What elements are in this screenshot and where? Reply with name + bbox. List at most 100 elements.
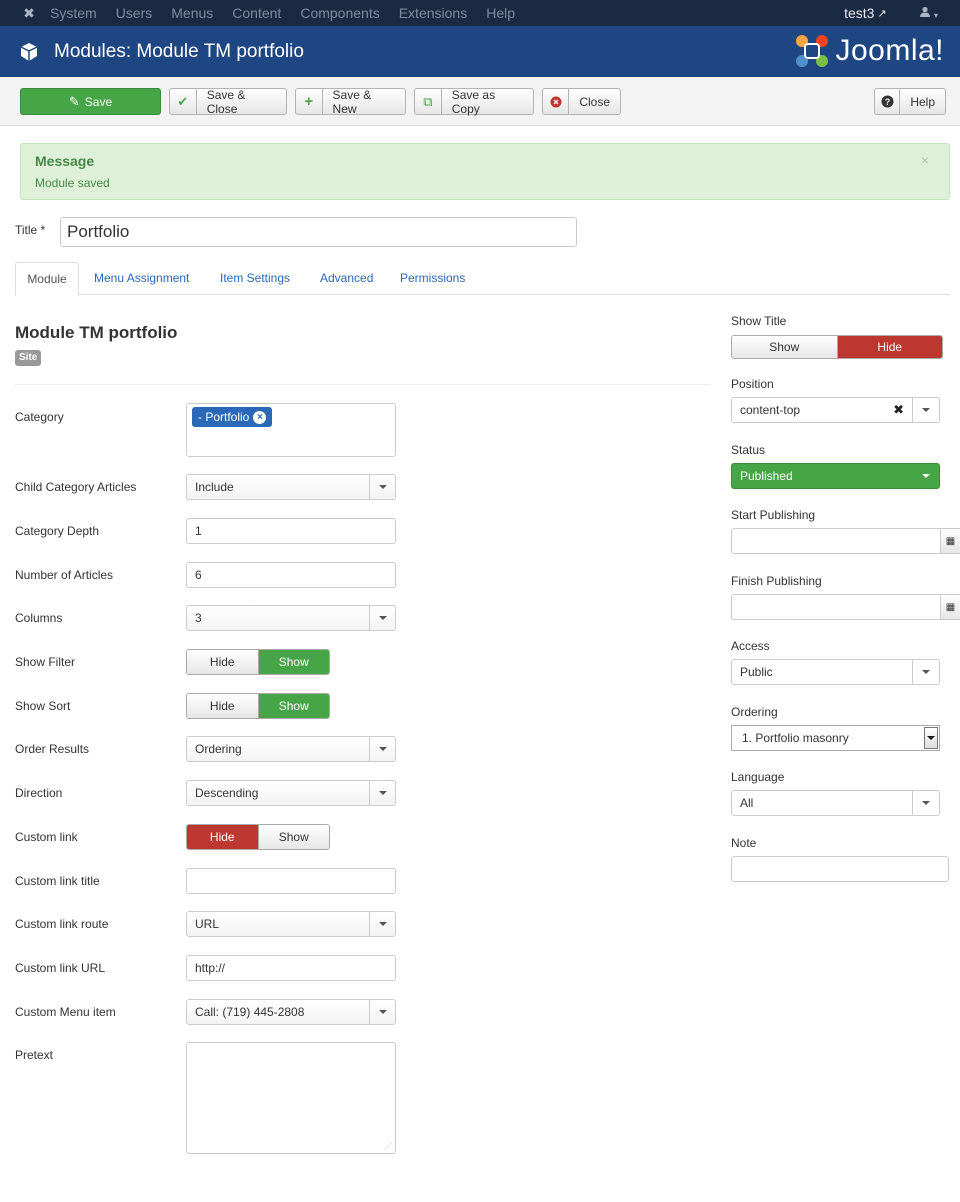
custom-link-hide[interactable]: Hide [187,825,258,849]
menu-users[interactable]: Users [116,0,153,26]
remove-chip-icon[interactable]: × [253,410,267,424]
system-message: Message Module saved × [20,143,950,200]
start-publishing-label: Start Publishing [731,508,816,522]
chevron-down-icon [912,791,939,815]
custom-link-title-input[interactable] [186,868,396,894]
tab-menu-assignment[interactable]: Menu Assignment [94,262,189,295]
columns-select[interactable]: 3 [186,605,396,631]
status-label: Status [731,443,766,457]
save-new-button[interactable]: + Save & New [295,88,406,116]
joomla-menu-icon[interactable]: ✖ [18,0,40,26]
category-chip-label: - Portfolio [198,410,250,424]
site-name: test3 [844,5,875,21]
show-filter-hide[interactable]: Hide [187,650,258,674]
chevron-down-icon [912,398,939,422]
clear-icon[interactable]: ✖ [893,398,904,422]
position-select[interactable]: content-top ✖ [731,397,940,423]
message-text: Module saved [35,176,110,190]
order-results-label: Order Results [15,742,90,756]
show-sort-toggle: Hide Show [186,693,330,719]
show-sort-show[interactable]: Show [257,694,329,718]
number-articles-input[interactable]: 6 [186,562,396,588]
direction-select[interactable]: Descending [186,780,396,806]
note-input[interactable] [731,856,949,882]
chevron-down-icon [924,727,938,749]
check-icon: ✔ [170,89,197,114]
show-title-hide[interactable]: Hide [837,336,942,358]
pretext-label: Pretext [15,1048,54,1062]
menu-components[interactable]: Components [300,0,379,26]
show-sort-hide[interactable]: Hide [187,694,258,718]
help-button[interactable]: ? Help [874,88,946,115]
custom-link-title-label: Custom link title [15,874,100,888]
title-input[interactable]: Portfolio [60,217,577,247]
custom-link-route-value: URL [195,917,220,931]
divider [15,384,711,385]
chevron-down-icon [912,464,939,488]
direction-label: Direction [15,786,63,800]
save-close-button[interactable]: ✔ Save & Close [169,88,287,116]
cube-icon [18,41,40,63]
menu-help[interactable]: Help [486,0,515,26]
show-title-label: Show Title [731,314,787,328]
menu-content[interactable]: Content [232,0,281,26]
chevron-down-icon [369,606,395,630]
columns-label: Columns [15,611,63,625]
joomla-logo: Joomla! [793,32,944,70]
show-filter-show[interactable]: Show [257,650,329,674]
menu-extensions[interactable]: Extensions [399,0,467,26]
pretext-textarea[interactable]: ⋰ [186,1042,396,1154]
ordering-select[interactable]: 1. Portfolio masonry [731,725,940,751]
save-copy-button[interactable]: ⧉ Save as Copy [414,88,534,116]
order-results-select[interactable]: Ordering [186,736,396,762]
access-value: Public [740,665,773,679]
status-select[interactable]: Published [731,463,940,489]
show-title-toggle: Show Hide [731,335,943,359]
child-category-value: Include [195,480,234,494]
custom-menu-item-select[interactable]: Call: (719) 445-2808 [186,999,396,1025]
close-button[interactable]: Close [542,88,621,115]
chevron-down-icon [369,1000,395,1024]
title-label: Title * [15,223,46,237]
show-title-show[interactable]: Show [732,336,838,358]
page-title: Modules: Module TM portfolio [54,40,304,62]
access-select[interactable]: Public [731,659,940,685]
joomla-wordmark: Joomla! [835,34,944,67]
category-depth-input[interactable]: 1 [186,518,396,544]
chevron-down-icon [369,737,395,761]
menu-system[interactable]: System [50,0,97,26]
custom-menu-item-label: Custom Menu item [15,1005,116,1019]
finish-publishing-input[interactable] [731,594,940,620]
chevron-down-icon [369,781,395,805]
top-menu-bar: ✖ System Users Menus Content Components … [0,0,960,26]
resize-handle-icon[interactable]: ⋰ [384,1142,392,1151]
custom-link-route-select[interactable]: URL [186,911,396,937]
child-category-label: Child Category Articles [15,480,137,494]
tab-module[interactable]: Module [15,262,79,296]
site-link[interactable]: test3 ↗ [844,5,887,21]
tab-item-settings[interactable]: Item Settings [220,262,290,295]
custom-link-label: Custom link [15,830,78,844]
tab-permissions[interactable]: Permissions [400,262,465,295]
calendar-icon[interactable]: ▦ [940,594,960,620]
edit-icon: ✎ [68,93,80,109]
custom-link-show[interactable]: Show [257,825,329,849]
custom-link-url-input[interactable]: http:// [186,955,396,981]
child-category-select[interactable]: Include [186,474,396,500]
menu-menus[interactable]: Menus [171,0,213,26]
calendar-icon[interactable]: ▦ [940,528,960,554]
ordering-value: 1. Portfolio masonry [742,731,849,745]
language-select[interactable]: All [731,790,940,816]
category-select[interactable]: - Portfolio × [186,403,396,457]
tab-advanced[interactable]: Advanced [320,262,373,295]
svg-text:?: ? [884,97,890,107]
save-button[interactable]: ✎ Save [20,88,161,115]
message-close-icon[interactable]: × [921,152,929,168]
language-label: Language [731,770,785,784]
start-publishing-input[interactable] [731,528,940,554]
custom-link-route-label: Custom link route [15,917,109,931]
finish-publishing-label: Finish Publishing [731,574,822,588]
category-label: Category [15,410,64,424]
page-header: Modules: Module TM portfolio Joomla! [0,26,960,77]
user-menu-icon[interactable]: ▾ [919,6,938,21]
